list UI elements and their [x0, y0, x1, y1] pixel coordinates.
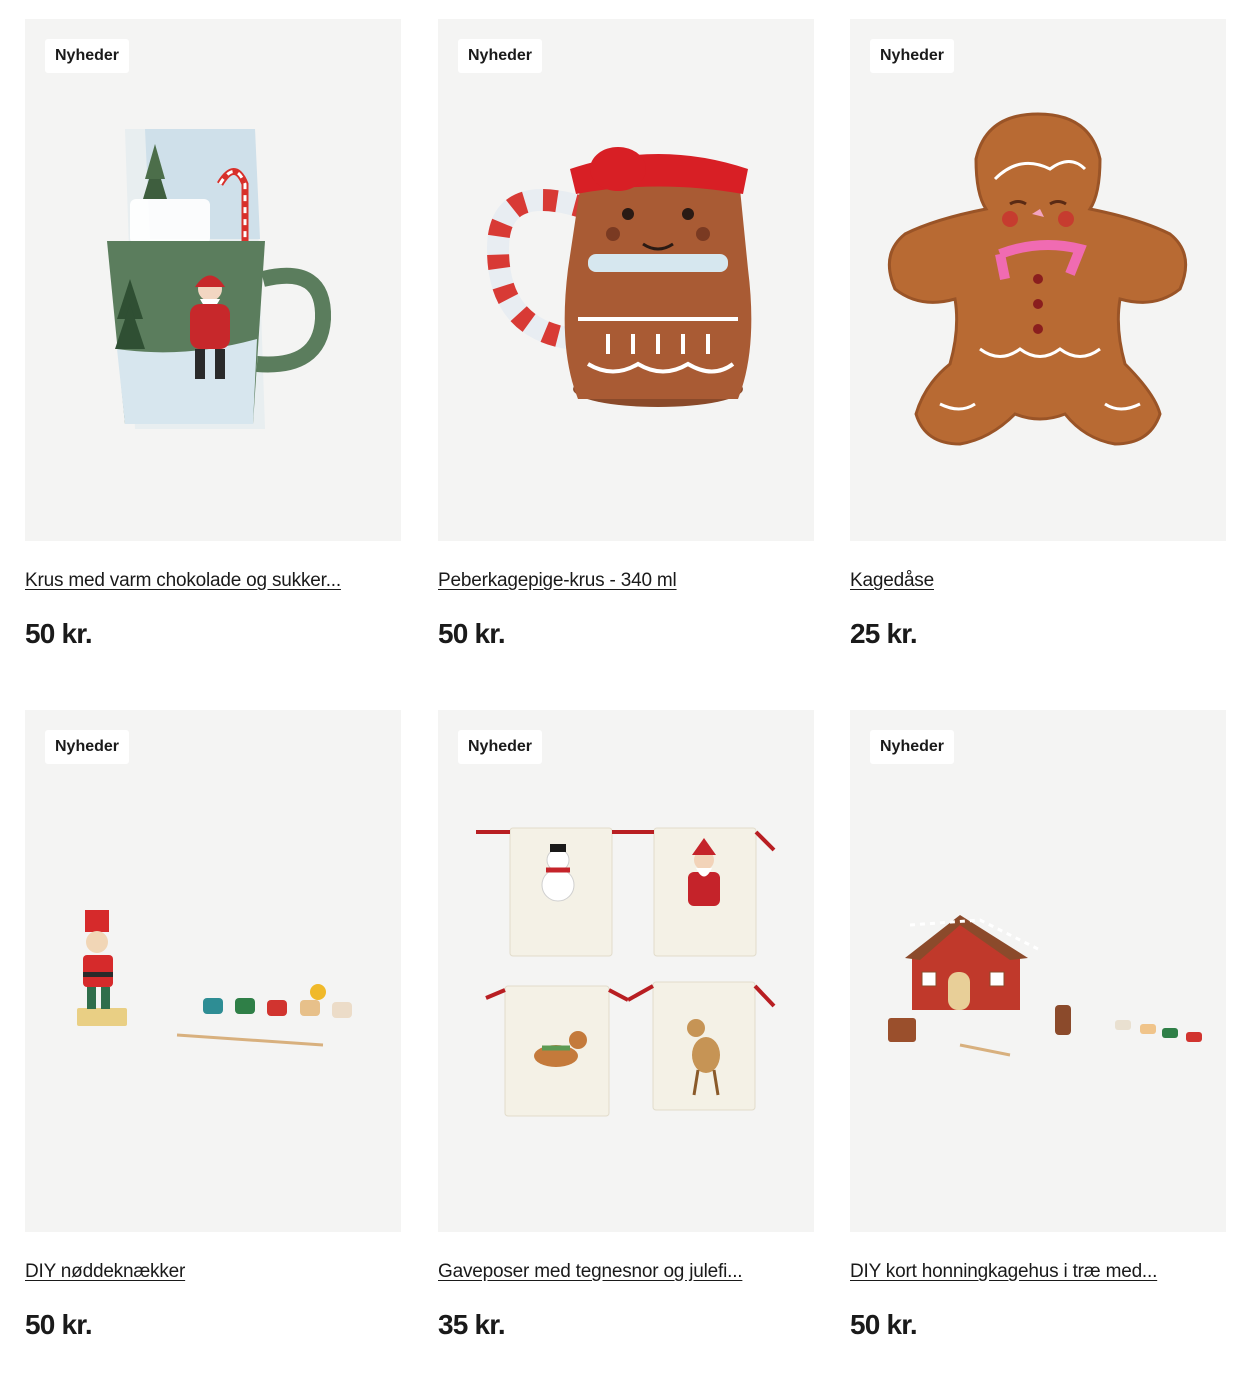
new-badge: Nyheder: [870, 730, 955, 764]
product-title-link[interactable]: Krus med varm chokolade og sukker...: [25, 570, 401, 592]
diy-gingerbread-house-kit-image: [888, 915, 1202, 1057]
new-badge: Nyheder: [45, 39, 130, 73]
product-card[interactable]: Nyheder Kagedåse 25 kr.: [850, 19, 1226, 650]
product-card[interactable]: Nyheder Krus med varm chokolade og sukke…: [25, 19, 401, 650]
new-badge: Nyheder: [870, 39, 955, 73]
christmas-gift-bags-image: [476, 827, 776, 1117]
new-badge: Nyheder: [458, 39, 543, 73]
product-price: 50 kr.: [438, 618, 506, 649]
product-image-container[interactable]: Nyheder: [850, 710, 1226, 1232]
product-grid: Nyheder Krus med varm chokolade og sukke…: [0, 0, 1250, 1394]
product-image-container[interactable]: Nyheder: [850, 19, 1226, 541]
product-image-container[interactable]: Nyheder: [25, 710, 401, 1232]
gingerbread-cookie-tin-image: [887, 112, 1188, 446]
diy-nutcracker-kit-image: [77, 910, 352, 1047]
product-image-container[interactable]: Nyheder: [438, 710, 814, 1232]
santa-mug-with-hot-chocolate-image: [107, 129, 332, 429]
product-card[interactable]: Nyheder Peberkagepige-krus - 340 ml 50 k…: [438, 19, 814, 650]
new-badge: Nyheder: [45, 730, 130, 764]
product-card[interactable]: Nyheder DIY nøddeknækker 50 kr.: [25, 710, 401, 1341]
product-title-link[interactable]: Gaveposer med tegnesnor og julefi...: [438, 1261, 814, 1283]
product-title-link[interactable]: Peberkagepige-krus - 340 ml: [438, 570, 814, 592]
product-price: 35 kr.: [438, 1309, 506, 1340]
product-image-container[interactable]: Nyheder: [25, 19, 401, 541]
product-title-link[interactable]: Kagedåse: [850, 570, 1226, 592]
gingerbread-girl-mug-image: [486, 147, 752, 407]
product-title-link[interactable]: DIY kort honningkagehus i træ med...: [850, 1261, 1226, 1283]
product-price: 50 kr.: [25, 1309, 93, 1340]
product-title-link[interactable]: DIY nøddeknækker: [25, 1261, 401, 1283]
new-badge: Nyheder: [458, 730, 543, 764]
product-price: 50 kr.: [850, 1309, 918, 1340]
product-price: 50 kr.: [25, 618, 93, 649]
product-image-container[interactable]: Nyheder: [438, 19, 814, 541]
product-card[interactable]: Nyheder Gaveposer med tegnesnor og julef…: [438, 710, 814, 1341]
product-card[interactable]: Nyheder DIY kort honningkagehus i træ me…: [850, 710, 1226, 1341]
product-price: 25 kr.: [850, 618, 918, 649]
paint-pots: [203, 984, 352, 1018]
